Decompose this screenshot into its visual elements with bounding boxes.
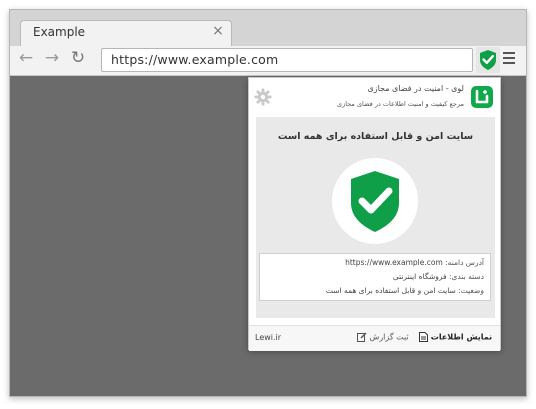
- reload-icon[interactable]: ↻: [68, 48, 88, 68]
- tab-bar: Example ×: [10, 10, 526, 46]
- popup-header: لوی - امنیت در فضای مجازی مرجع کیفیت و ا…: [249, 78, 500, 116]
- status-panel: سایت امن و قابل استفاده برای همه است آدر…: [256, 117, 495, 318]
- status-row: وضعیت: سایت امن و قابل استفاده برای همه …: [326, 286, 484, 295]
- category-label: دسته بندی:: [449, 272, 484, 281]
- report-button[interactable]: ثبت گزارش: [357, 332, 409, 342]
- document-icon: [419, 332, 428, 342]
- shield-badge: [332, 158, 418, 244]
- status-value: سایت امن و قابل استفاده برای همه است: [325, 286, 456, 295]
- green-shield-check-icon: [351, 171, 399, 232]
- brand-subtitle: مرجع کیفیت و امنیت اطلاعات در فضای مجازی: [337, 100, 464, 108]
- address-bar[interactable]: https://www.example.com: [101, 48, 473, 72]
- hamburger-menu-icon[interactable]: [503, 52, 515, 66]
- category-row: دسته بندی: فروشگاه اینترنتی: [393, 272, 484, 281]
- popup-footer: Lewi.ir ثبت گزارش نمایش اطلاعات: [249, 325, 500, 351]
- gear-icon[interactable]: [254, 88, 272, 106]
- tab-title: Example: [33, 25, 86, 39]
- brand-title: لوی - امنیت در فضای مجازی: [367, 84, 464, 93]
- site-info-box: آدرس دامنه: https://www.example.com دسته…: [259, 253, 491, 301]
- extension-popup: لوی - امنیت در فضای مجازی مرجع کیفیت و ا…: [248, 77, 501, 351]
- category-value: فروشگاه اینترنتی: [392, 272, 447, 281]
- domain-label: آدرس دامنه:: [445, 258, 484, 267]
- tab-example[interactable]: Example ×: [20, 20, 232, 46]
- report-label: ثبت گزارش: [369, 332, 409, 342]
- status-label: وضعیت:: [458, 286, 484, 295]
- site-link[interactable]: Lewi.ir: [255, 333, 281, 342]
- edit-icon: [357, 332, 367, 342]
- browser-toolbar: ← → ↻ https://www.example.com: [10, 46, 526, 76]
- url-text: https://www.example.com: [111, 52, 279, 67]
- forward-arrow-icon[interactable]: →: [42, 48, 62, 68]
- back-arrow-icon[interactable]: ←: [16, 48, 36, 68]
- verdict-heading: سایت امن و قابل استفاده برای همه است: [277, 131, 474, 142]
- domain-row: آدرس دامنه: https://www.example.com: [345, 258, 484, 267]
- show-info-label: نمایش اطلاعات: [430, 332, 493, 342]
- show-info-button[interactable]: نمایش اطلاعات: [419, 332, 492, 342]
- brand-logo-icon: [471, 86, 493, 108]
- close-icon[interactable]: ×: [211, 23, 225, 39]
- domain-value: https://www.example.com: [345, 258, 443, 267]
- green-shield-check-icon[interactable]: [476, 47, 500, 73]
- browser-window: Example × ← → ↻ https://www.example.com: [9, 9, 527, 397]
